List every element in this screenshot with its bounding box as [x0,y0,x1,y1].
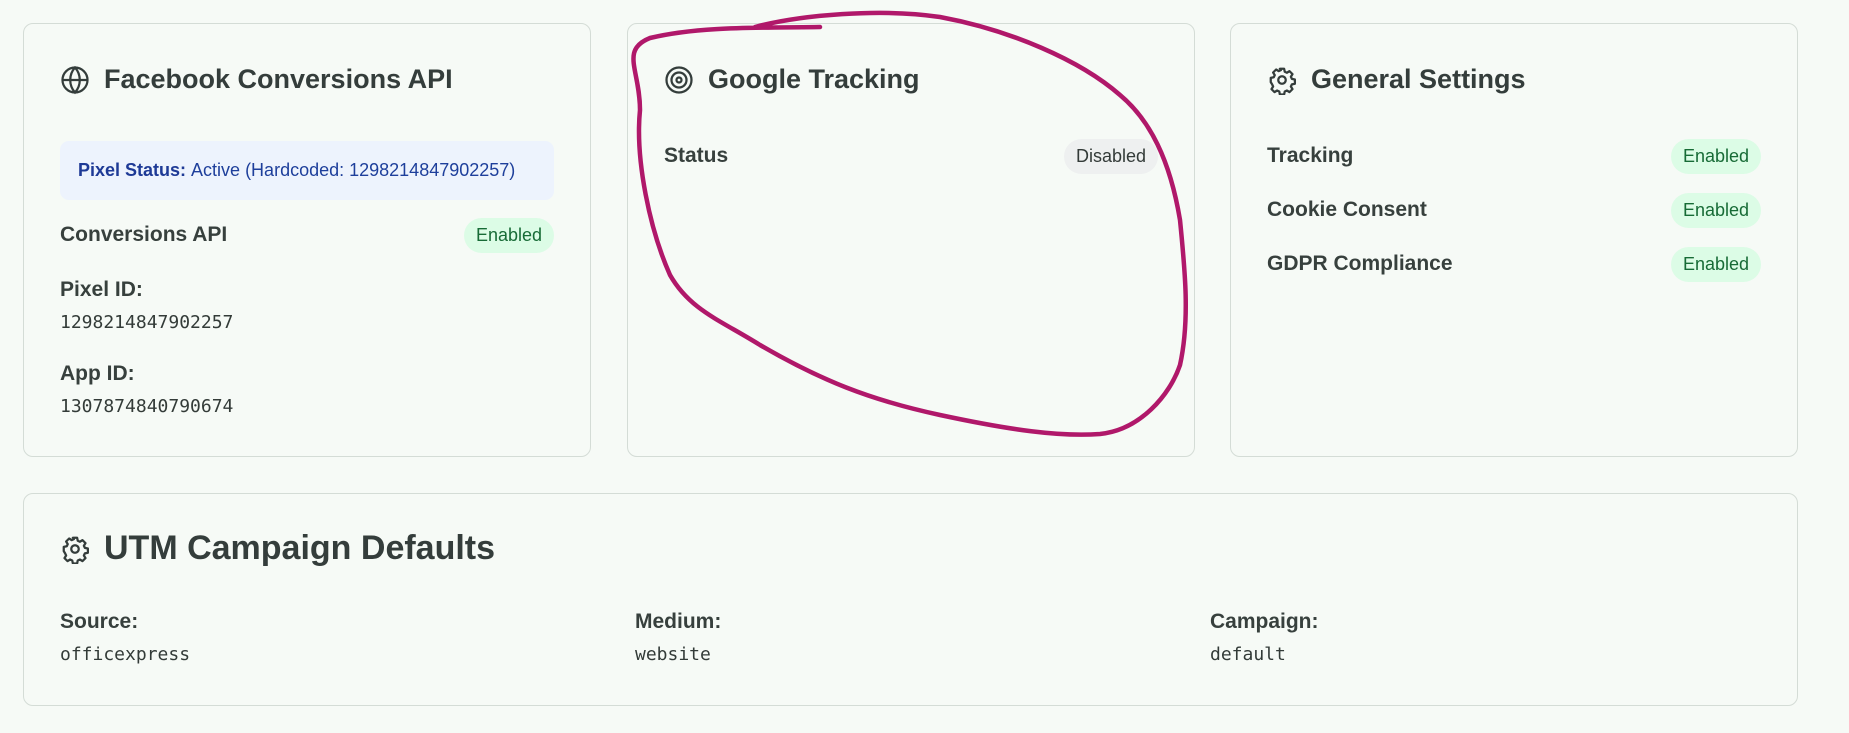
utm-medium-label: Medium: [635,610,722,633]
general-row-label: Tracking [1267,144,1354,167]
pixel-id-label: Pixel ID: [60,278,143,301]
facebook-card-title-text: Facebook Conversions API [104,64,453,94]
target-icon [664,65,694,95]
general-row-label: Cookie Consent [1267,198,1427,221]
app-id-label: App ID: [60,362,135,385]
pixel-status-value: Active (Hardcoded: 1298214847902257) [191,160,516,180]
general-row-tracking: Tracking Enabled [1267,138,1761,174]
google-status-row: Status Disabled [664,138,1158,174]
globe-icon [60,65,90,95]
utm-defaults-card: UTM Campaign Defaults Source: officexpre… [23,493,1798,706]
google-status-badge: Disabled [1063,138,1158,174]
facebook-conversions-card: Facebook Conversions API Pixel Status: A… [23,23,591,457]
general-row-gdpr-compliance: GDPR Compliance Enabled [1267,246,1761,282]
utm-source-value: officexpress [60,644,191,665]
general-row-label: GDPR Compliance [1267,252,1453,275]
utm-card-title: UTM Campaign Defaults [60,529,495,568]
pixel-id-value: 1298214847902257 [60,312,234,333]
general-settings-card: General Settings Tracking Enabled Cookie… [1230,23,1798,457]
general-card-title: General Settings [1267,64,1526,95]
facebook-card-title: Facebook Conversions API [60,64,453,95]
utm-campaign-label: Campaign: [1210,610,1319,633]
google-card-title: Google Tracking [664,64,920,95]
pixel-status-box: Pixel Status: Active (Hardcoded: 1298214… [60,141,554,200]
general-row-status-badge: Enabled [1670,246,1761,282]
gear-icon [60,534,90,564]
conversions-api-status-badge: Enabled [463,217,554,253]
app-id-value: 1307874840790674 [60,396,234,417]
google-status-label: Status [664,144,729,167]
conversions-api-label: Conversions API [60,223,228,246]
utm-campaign-value: default [1210,644,1286,665]
general-row-cookie-consent: Cookie Consent Enabled [1267,192,1761,228]
conversions-api-row: Conversions API Enabled [60,217,554,253]
general-row-status-badge: Enabled [1670,192,1761,228]
google-tracking-card: Google Tracking Status Disabled [627,23,1195,457]
google-card-title-text: Google Tracking [708,64,920,94]
utm-source-label: Source: [60,610,139,633]
general-card-title-text: General Settings [1311,64,1526,94]
utm-card-title-text: UTM Campaign Defaults [104,529,496,567]
pixel-status-label: Pixel Status: [78,160,187,180]
utm-medium-value: website [635,644,711,665]
gear-icon [1267,65,1297,95]
general-row-status-badge: Enabled [1670,138,1761,174]
